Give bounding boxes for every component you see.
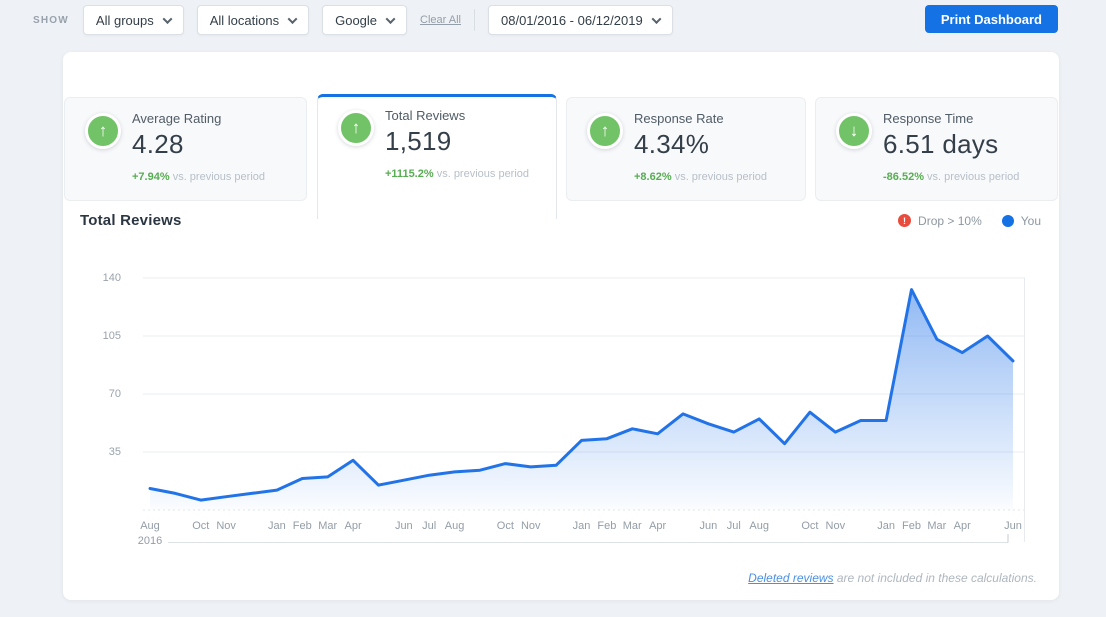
date-range-value: 08/01/2016 - 06/12/2019: [501, 13, 643, 28]
kpi-delta: +8.62%: [634, 171, 672, 183]
dashboard-panel: ↑ Average Rating 4.28 +7.94% vs. previou…: [63, 52, 1059, 600]
deleted-reviews-link[interactable]: Deleted reviews: [748, 571, 833, 585]
y-tick-label: 105: [93, 330, 121, 342]
kpi-label: Response Rate: [634, 111, 767, 126]
kpi-value: 6.51 days: [883, 129, 1019, 160]
trend-up-icon: ↑: [85, 113, 121, 149]
locations-dropdown-value: All locations: [210, 13, 279, 28]
source-dropdown-value: Google: [335, 13, 377, 28]
x-tick-label: Jul: [727, 520, 741, 532]
chevron-down-icon: [162, 14, 172, 24]
alert-circle-icon: !: [898, 214, 911, 227]
x-axis-year-label: 2016: [138, 535, 162, 547]
kpi-card-average-rating[interactable]: ↑ Average Rating 4.28 +7.94% vs. previou…: [64, 97, 307, 201]
x-tick-label: Mar: [623, 520, 642, 532]
x-tick-label: Apr: [649, 520, 666, 532]
chevron-down-icon: [651, 14, 661, 24]
kpi-delta: +7.94%: [132, 171, 170, 183]
groups-dropdown-value: All groups: [96, 13, 154, 28]
kpi-delta-suffix: vs. previous period: [927, 171, 1019, 183]
x-tick-label: Apr: [954, 520, 971, 532]
x-tick-label: Feb: [293, 520, 312, 532]
chart-title: Total Reviews: [80, 212, 182, 229]
kpi-label: Total Reviews: [385, 108, 529, 123]
kpi-value: 4.28: [132, 129, 265, 160]
chart-header: Total Reviews ! Drop > 10% You: [80, 212, 1041, 229]
x-tick-label: Oct: [801, 520, 818, 532]
kpi-card-response-rate[interactable]: ↑ Response Rate 4.34% +8.62% vs. previou…: [566, 97, 806, 201]
kpi-value: 1,519: [385, 126, 529, 157]
print-dashboard-button[interactable]: Print Dashboard: [925, 5, 1058, 33]
kpi-delta-suffix: vs. previous period: [675, 171, 767, 183]
x-tick-label: Jun: [395, 520, 413, 532]
x-tick-label: Jul: [422, 520, 436, 532]
x-tick-label: Oct: [192, 520, 209, 532]
x-tick-label: Mar: [927, 520, 946, 532]
divider: [474, 9, 475, 31]
kpi-delta-suffix: vs. previous period: [437, 168, 529, 180]
filter-bar: SHOW All groups All locations Google Cle…: [33, 4, 686, 36]
x-tick-label: Aug: [140, 520, 160, 532]
kpi-delta: +1115.2%: [385, 168, 434, 180]
locations-dropdown[interactable]: All locations: [197, 5, 309, 35]
kpi-label: Average Rating: [132, 111, 265, 126]
dot-icon: [1002, 215, 1014, 227]
y-tick-label: 70: [93, 388, 121, 400]
kpi-delta: -86.52%: [883, 171, 924, 183]
chevron-down-icon: [288, 14, 298, 24]
x-tick-label: Aug: [749, 520, 769, 532]
x-tick-label: Feb: [902, 520, 921, 532]
legend-you-label: You: [1021, 214, 1041, 228]
chevron-down-icon: [386, 14, 396, 24]
x-tick-label: Aug: [445, 520, 465, 532]
kpi-card-total-reviews[interactable]: ↑ Total Reviews 1,519 +1115.2% vs. previ…: [317, 94, 557, 219]
source-dropdown[interactable]: Google: [322, 5, 407, 35]
kpi-label: Response Time: [883, 111, 1019, 126]
total-reviews-area-chart: [143, 268, 1025, 548]
x-tick-label: Jan: [573, 520, 591, 532]
kpi-delta-suffix: vs. previous period: [173, 171, 265, 183]
x-tick-label: Jun: [1004, 520, 1022, 532]
footnote-text: are not included in these calculations.: [834, 571, 1037, 585]
groups-dropdown[interactable]: All groups: [83, 5, 184, 35]
y-tick-label: 35: [93, 446, 121, 458]
x-tick-label: Nov: [216, 520, 236, 532]
x-tick-label: Jun: [700, 520, 718, 532]
y-tick-label: 140: [93, 272, 121, 284]
x-tick-label: Feb: [597, 520, 616, 532]
clear-all-link[interactable]: Clear All: [420, 14, 461, 26]
trend-up-icon: ↑: [587, 113, 623, 149]
x-tick-label: Mar: [318, 520, 337, 532]
x-tick-label: Jan: [877, 520, 895, 532]
x-axis-labels: Aug Oct Nov Jan Feb Mar Apr Jun Jul Aug Oct Nov Jan F…: [143, 520, 1025, 536]
chart-footnote: Deleted reviews are not included in thes…: [748, 571, 1037, 585]
kpi-value: 4.34%: [634, 129, 767, 160]
kpi-card-response-time[interactable]: ↓ Response Time 6.51 days -86.52% vs. pr…: [815, 97, 1058, 201]
trend-down-icon: ↓: [836, 113, 872, 149]
x-tick-label: Nov: [826, 520, 846, 532]
date-range-picker[interactable]: 08/01/2016 - 06/12/2019: [488, 5, 673, 35]
trend-up-icon: ↑: [338, 110, 374, 146]
show-label: SHOW: [33, 15, 69, 26]
x-tick-label: Jan: [268, 520, 286, 532]
legend-drop-label: Drop > 10%: [918, 214, 982, 228]
x-tick-label: Oct: [497, 520, 514, 532]
x-tick-label: Nov: [521, 520, 541, 532]
chart-legend: ! Drop > 10% You: [898, 214, 1041, 228]
x-tick-label: Apr: [344, 520, 361, 532]
